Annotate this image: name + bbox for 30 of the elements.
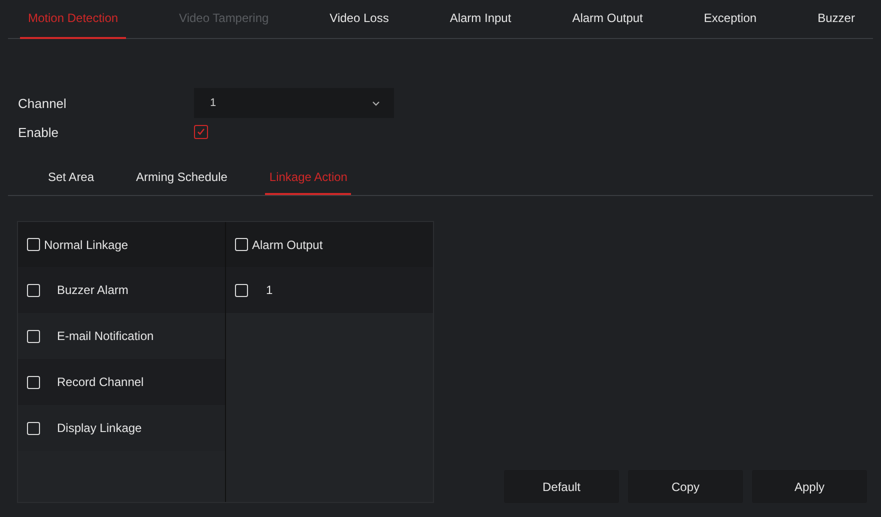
option-label: E-mail Notification (57, 329, 154, 343)
channel-label: Channel (18, 96, 68, 110)
checkbox[interactable] (27, 330, 40, 342)
channel-dropdown[interactable]: 1 (194, 88, 394, 118)
enable-checkbox[interactable] (194, 125, 208, 139)
tab[interactable]: Alarm Output (564, 6, 651, 39)
column-header: Normal Linkage (44, 238, 128, 252)
chevron-down-icon (372, 100, 380, 106)
checkbox[interactable] (27, 238, 40, 251)
checkbox[interactable] (235, 238, 248, 251)
option-label: Record Channel (57, 375, 144, 389)
action-button[interactable]: Copy (628, 470, 743, 503)
action-button[interactable]: Apply (752, 470, 867, 503)
checkbox[interactable] (235, 284, 248, 296)
checkbox[interactable] (27, 376, 40, 388)
enable-label: Enable (18, 124, 60, 140)
action-button[interactable]: Default (504, 470, 619, 503)
tab[interactable]: Buzzer (810, 6, 863, 39)
column-header: Alarm Output (252, 238, 323, 252)
checkbox[interactable] (27, 422, 40, 434)
option-label: Buzzer Alarm (57, 283, 128, 297)
sub-tab[interactable]: Set Area (44, 167, 98, 195)
checkbox[interactable] (27, 284, 40, 296)
sub-tab[interactable]: Arming Schedule (132, 167, 232, 195)
checkmark-icon (196, 127, 206, 137)
option-label: Display Linkage (57, 421, 142, 435)
tab[interactable]: Exception (696, 6, 765, 39)
option-label: 1 (266, 283, 273, 297)
tab[interactable]: Video Loss (322, 6, 397, 39)
tab[interactable]: Alarm Input (442, 6, 520, 39)
